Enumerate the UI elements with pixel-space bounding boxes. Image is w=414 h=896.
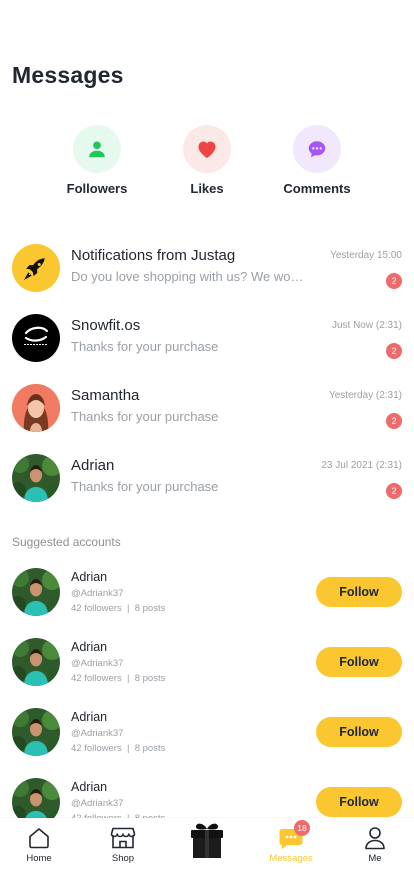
account-handle: @Adriank37: [71, 658, 124, 669]
follow-button[interactable]: Follow: [316, 787, 402, 817]
conversation-name: Notifications from Justag: [71, 247, 236, 264]
snowfit-logo: [23, 326, 49, 347]
unread-badge: 2: [386, 273, 402, 289]
conversation-item[interactable]: Samantha Thanks for your purchase Yester…: [0, 384, 414, 436]
conversation-time: Just Now (2:31): [331, 320, 402, 331]
suggested-account[interactable]: Adrian @Adriank37 42 followers | 8 posts…: [0, 638, 414, 688]
shop-icon: [110, 827, 136, 849]
tab-shop[interactable]: Shop: [88, 824, 158, 864]
account-stats: 42 followers | 8 posts: [71, 743, 166, 754]
adrian-photo: [12, 708, 60, 756]
conversation-time: Yesterday 15:00: [330, 250, 402, 261]
tab-home[interactable]: Home: [4, 824, 74, 864]
conversation-name: Adrian: [71, 457, 115, 474]
page-title: Messages: [12, 62, 124, 88]
conversation-preview: Thanks for your purchase: [71, 409, 219, 424]
conversation-item[interactable]: Adrian Thanks for your purchase 23 Jul 2…: [0, 454, 414, 506]
justag-logo-avatar: [12, 244, 60, 292]
likes-icon-circle: [183, 125, 231, 173]
account-handle: @Adriank37: [71, 588, 124, 599]
tab-label: Home: [26, 853, 52, 864]
unread-badge: 2: [386, 483, 402, 499]
conversation-time: Yesterday (2:31): [328, 390, 402, 401]
conversation-preview: Thanks for your purchase: [71, 479, 219, 494]
rocket-icon: [24, 258, 45, 280]
account-handle: @Adriank37: [71, 798, 124, 809]
chat-bubble-icon: [308, 141, 326, 158]
tab-label: Shop: [111, 853, 135, 864]
messages-count-badge: 18: [294, 820, 310, 836]
unread-badge: 2: [386, 343, 402, 359]
person-icon: [89, 141, 105, 158]
account-name: Adrian: [71, 780, 108, 794]
suggested-account[interactable]: Adrian @Adriank37 42 followers | 8 posts…: [0, 568, 414, 618]
adrian-avatar: [12, 454, 60, 502]
samantha-avatar: [12, 384, 60, 432]
conversation-name: Snowfit.os: [71, 317, 141, 334]
comments-icon-circle: [293, 125, 341, 173]
unread-badge: 2: [386, 413, 402, 429]
conversation-preview: Thanks for your purchase: [71, 339, 219, 354]
user-icon: [365, 827, 385, 850]
adrian-photo: [12, 454, 60, 502]
tab-messages[interactable]: 18 Messages: [256, 820, 326, 864]
conversation-name: Samantha: [71, 387, 140, 404]
suggested-account[interactable]: Adrian @Adriank37 42 followers | 8 posts…: [0, 708, 414, 758]
likes-action[interactable]: Likes: [157, 125, 257, 196]
samantha-photo: [12, 384, 60, 432]
adrian-photo: [12, 568, 60, 616]
conversation-item[interactable]: Notifications from Justag Do you love sh…: [0, 244, 414, 296]
bottom-tab-bar: Home Shop 18 Messages Me: [0, 818, 414, 896]
account-name: Adrian: [71, 710, 108, 724]
conversation-time: 23 Jul 2021 (2:31): [321, 460, 402, 471]
account-handle: @Adriank37: [71, 728, 124, 739]
gift-icon: [191, 823, 223, 858]
likes-label: Likes: [190, 181, 224, 196]
follow-button[interactable]: Follow: [316, 717, 402, 747]
tab-label: Me: [368, 853, 382, 864]
tab-gift[interactable]: [172, 820, 242, 865]
snowfit-logo-avatar: [12, 314, 60, 362]
account-name: Adrian: [71, 570, 108, 584]
adrian-photo: [12, 638, 60, 686]
follow-button[interactable]: Follow: [316, 577, 402, 607]
followers-icon-circle: [73, 125, 121, 173]
home-icon: [29, 828, 49, 849]
tab-label: Messages: [269, 853, 313, 864]
suggested-accounts-title: Suggested accounts: [12, 535, 121, 549]
followers-label: Followers: [66, 181, 128, 196]
conversation-item[interactable]: Snowfit.os Thanks for your purchase Just…: [0, 314, 414, 366]
avatar: [12, 708, 60, 756]
account-stats: 42 followers | 8 posts: [71, 603, 166, 614]
follow-button[interactable]: Follow: [316, 647, 402, 677]
comments-action[interactable]: Comments: [267, 125, 367, 196]
heart-icon: [198, 141, 216, 158]
conversation-preview: Do you love shopping with us? We would l…: [71, 269, 307, 284]
quick-actions: Followers Likes Comments: [0, 125, 414, 205]
avatar: [12, 568, 60, 616]
account-stats: 42 followers | 8 posts: [71, 673, 166, 684]
comments-label: Comments: [283, 181, 351, 196]
tab-me[interactable]: Me: [340, 824, 410, 864]
avatar: [12, 638, 60, 686]
account-name: Adrian: [71, 640, 108, 654]
followers-action[interactable]: Followers: [47, 125, 147, 196]
